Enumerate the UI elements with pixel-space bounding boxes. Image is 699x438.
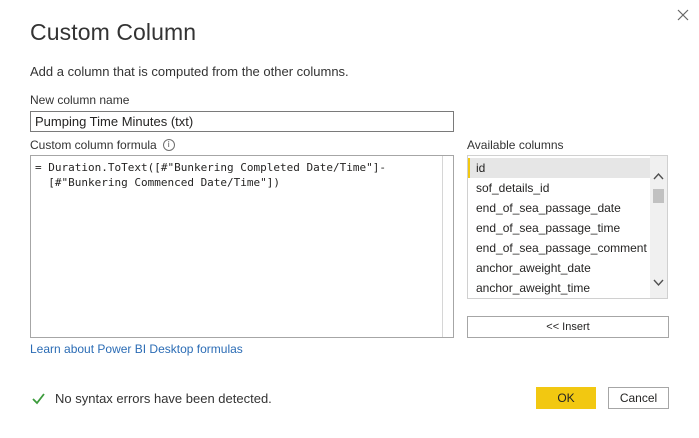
close-button[interactable] xyxy=(672,4,694,26)
column-item[interactable]: anchor_aweight_date xyxy=(468,258,652,278)
formula-scrollbar[interactable] xyxy=(442,156,443,337)
column-item[interactable]: sof_details_id xyxy=(468,178,652,198)
cancel-button[interactable]: Cancel xyxy=(608,387,669,409)
column-item[interactable]: anchor_aweight_time xyxy=(468,278,652,298)
insert-button[interactable]: << Insert xyxy=(467,316,669,338)
chevron-down-icon[interactable] xyxy=(652,276,665,289)
columns-scrollbar[interactable] xyxy=(650,156,667,298)
dialog-title: Custom Column xyxy=(30,19,197,45)
column-item[interactable]: anchor_aweight_comment xyxy=(468,298,652,299)
learn-formulas-link[interactable]: Learn about Power BI Desktop formulas xyxy=(30,342,243,356)
formula-editor[interactable]: = Duration.ToText([#"Bunkering Completed… xyxy=(30,155,454,338)
available-columns-label: Available columns xyxy=(467,138,564,152)
available-columns-list[interactable]: id sof_details_id end_of_sea_passage_dat… xyxy=(467,155,668,299)
scrollbar-thumb[interactable] xyxy=(653,189,664,203)
syntax-status: No syntax errors have been detected. xyxy=(31,391,272,406)
column-item-id[interactable]: id xyxy=(468,158,652,178)
formula-label-row: Custom column formula i xyxy=(30,138,175,152)
column-item[interactable]: end_of_sea_passage_date xyxy=(468,198,652,218)
dialog-subtitle: Add a column that is computed from the o… xyxy=(30,64,349,79)
chevron-up-icon[interactable] xyxy=(652,170,665,183)
ok-button[interactable]: OK xyxy=(536,387,596,409)
check-icon xyxy=(32,393,45,405)
formula-text[interactable]: = Duration.ToText([#"Bunkering Completed… xyxy=(35,160,439,190)
custom-column-formula-label: Custom column formula xyxy=(30,138,157,152)
column-item[interactable]: end_of_sea_passage_comment xyxy=(468,238,652,258)
info-icon[interactable]: i xyxy=(162,139,175,151)
column-item[interactable]: end_of_sea_passage_time xyxy=(468,218,652,238)
syntax-status-text: No syntax errors have been detected. xyxy=(55,391,272,406)
new-column-name-label: New column name xyxy=(30,93,130,107)
new-column-name-input[interactable] xyxy=(30,111,454,132)
close-icon xyxy=(677,9,689,21)
